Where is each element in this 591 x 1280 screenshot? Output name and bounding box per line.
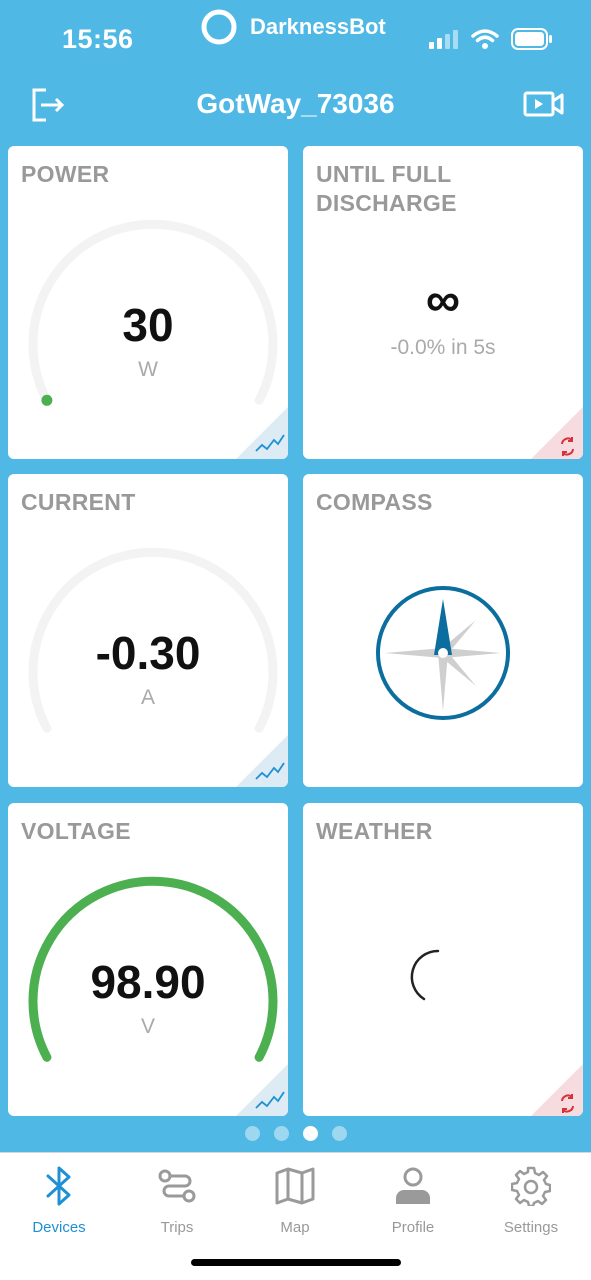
page-dot[interactable]	[273, 1126, 289, 1141]
current-unit: A	[140, 686, 155, 709]
app-circle-icon	[201, 9, 237, 45]
person-icon	[396, 1167, 430, 1204]
tab-label: Profile	[391, 1219, 435, 1236]
tab-label: Trips	[160, 1219, 194, 1236]
power-gauge-indicator	[41, 394, 53, 406]
tab-label: Devices	[32, 1219, 86, 1236]
refresh-corner-icon[interactable]	[531, 407, 583, 459]
page-dot[interactable]	[331, 1126, 347, 1141]
status-app-indicator: DarknessBot	[200, 8, 386, 46]
page-indicator[interactable]	[0, 1126, 591, 1141]
discharge-value: ∞	[425, 274, 461, 327]
weather-title: WEATHER	[316, 818, 433, 844]
tab-profile[interactable]: Profile	[354, 1163, 472, 1236]
chart-corner-icon[interactable]	[236, 1064, 288, 1116]
video-button[interactable]	[523, 90, 565, 123]
bluetooth-icon	[46, 1166, 71, 1206]
nav-bar: GotWay_73036	[0, 78, 591, 134]
wifi-icon	[471, 29, 499, 49]
discharge-card[interactable]: UNTIL FULL DISCHARGE ∞ -0.0% in 5s	[303, 146, 583, 459]
weather-card[interactable]: WEATHER	[303, 803, 583, 1116]
battery-icon	[511, 28, 552, 50]
video-camera-icon	[523, 91, 564, 117]
compass-card[interactable]: COMPASS	[303, 474, 583, 787]
tab-label: Settings	[503, 1219, 559, 1236]
power-card[interactable]: POWER 30 W	[8, 146, 288, 459]
current-card[interactable]: CURRENT -0.30 A	[8, 474, 288, 787]
page-dot[interactable]	[244, 1126, 260, 1141]
voltage-unit: V	[140, 1015, 155, 1038]
page-title: GotWay_73036	[196, 88, 395, 119]
power-unit: W	[138, 358, 158, 381]
signal-icon	[429, 30, 458, 49]
chart-corner-icon[interactable]	[236, 407, 288, 459]
route-icon	[158, 1169, 196, 1203]
power-value: 30	[122, 299, 174, 351]
status-time: 15:56	[62, 24, 134, 54]
discharge-title: UNTIL FULL DISCHARGE	[316, 161, 457, 216]
compass-icon	[376, 586, 510, 720]
gear-icon	[511, 1166, 551, 1206]
status-icons	[429, 28, 553, 50]
loading-spinner-icon	[410, 949, 440, 1001]
tab-devices[interactable]: Devices	[0, 1163, 118, 1236]
chart-corner-icon[interactable]	[236, 735, 288, 787]
tab-settings[interactable]: Settings	[472, 1163, 590, 1236]
map-icon	[275, 1167, 315, 1205]
home-indicator[interactable]	[191, 1259, 401, 1266]
status-bar: 15:56 DarknessBot	[0, 0, 591, 72]
current-value: -0.30	[95, 627, 201, 679]
status-app-name: DarknessBot	[250, 14, 386, 39]
tab-label: Map	[280, 1219, 310, 1236]
discharge-rate: -0.0% in 5s	[390, 336, 496, 359]
tab-trips[interactable]: Trips	[118, 1163, 236, 1236]
voltage-card[interactable]: VOLTAGE 98.90 V	[8, 803, 288, 1116]
voltage-value: 98.90	[90, 956, 206, 1008]
page-dot-active[interactable]	[302, 1126, 318, 1141]
refresh-corner-icon[interactable]	[531, 1064, 583, 1116]
tab-map[interactable]: Map	[236, 1163, 354, 1236]
compass-title: COMPASS	[316, 489, 433, 515]
